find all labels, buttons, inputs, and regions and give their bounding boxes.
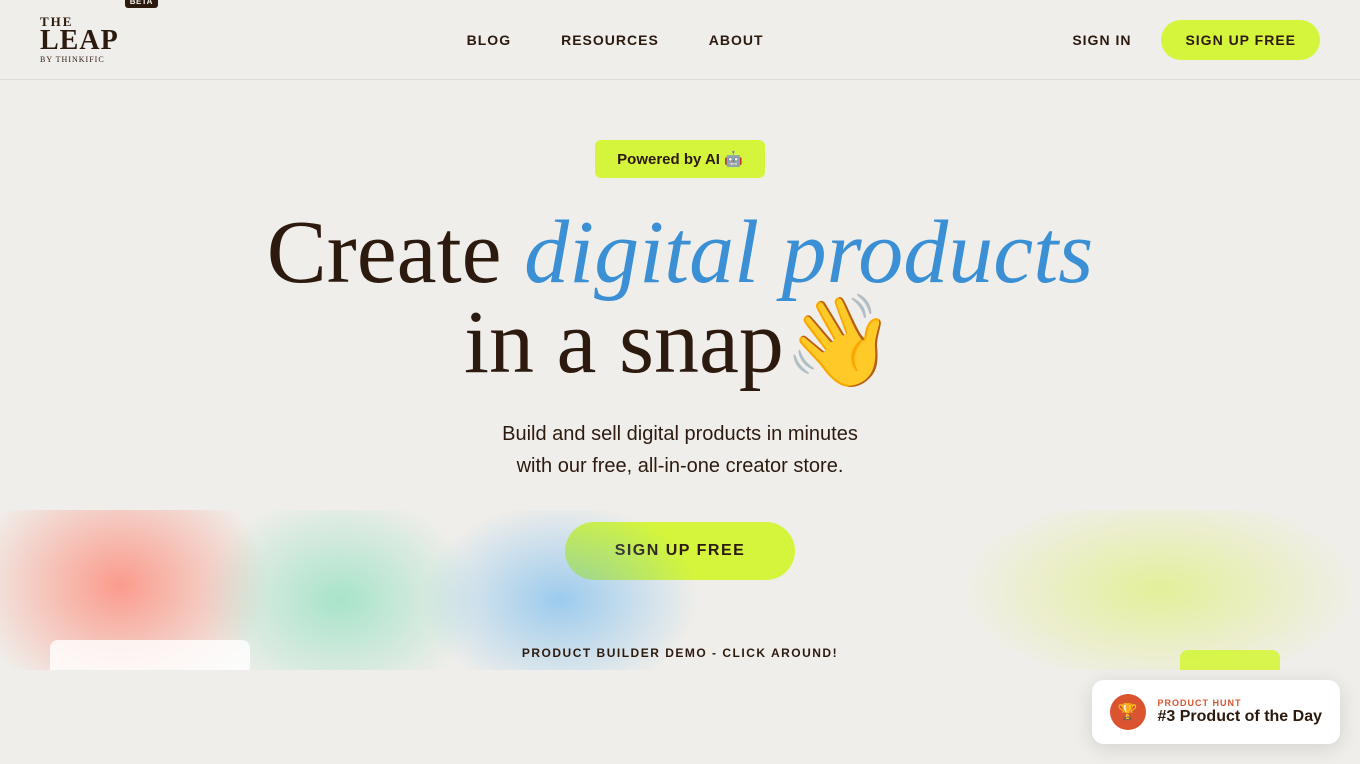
nav-right: SIGN IN SIGN UP FREE [1072, 20, 1320, 60]
logo-leap: LEAP [40, 28, 119, 53]
bottom-bar: PRODUCT BUILDER DEMO - CLICK AROUND! [0, 636, 1360, 670]
nav-about[interactable]: ABOUT [709, 32, 764, 48]
hero-subtitle: Build and sell digital products in minut… [502, 418, 858, 482]
hero-title: Create digital products in a snap👋 [267, 208, 1094, 388]
sign-in-link[interactable]: SIGN IN [1072, 32, 1131, 48]
nav-links: BLOG RESOURCES ABOUT [467, 32, 764, 48]
ph-title: #3 Product of the Day [1158, 708, 1322, 726]
demo-text: PRODUCT BUILDER DEMO - CLICK AROUND! [522, 646, 838, 660]
product-hunt-text: PRODUCT HUNT #3 Product of the Day [1158, 698, 1322, 726]
product-hunt-icon: 🏆 [1110, 694, 1146, 730]
hero-subtitle-line2: with our free, all-in-one creator store. [517, 455, 844, 477]
nav-blog[interactable]: BLOG [467, 32, 511, 48]
hero-title-highlight: digital products [524, 203, 1093, 302]
hero-title-emoji: 👋 [784, 293, 896, 392]
hero-subtitle-line1: Build and sell digital products in minut… [502, 423, 858, 445]
navbar: THE LEAP BETA BY THINKIFIC BLOG RESOURCE… [0, 0, 1360, 80]
nav-signup-button[interactable]: SIGN UP FREE [1161, 20, 1320, 60]
hero-title-part2: in a snap [464, 293, 784, 392]
logo[interactable]: THE LEAP BETA BY THINKIFIC [40, 15, 158, 64]
powered-badge: Powered by AI 🤖 [595, 140, 765, 178]
nav-resources[interactable]: RESOURCES [561, 32, 659, 48]
product-hunt-badge[interactable]: 🏆 PRODUCT HUNT #3 Product of the Day [1092, 680, 1340, 744]
beta-badge: BETA [125, 0, 158, 8]
hero-section: Powered by AI 🤖 Create digital products … [0, 80, 1360, 670]
hero-cta-button[interactable]: SIGN UP FREE [565, 522, 796, 580]
ph-label: PRODUCT HUNT [1158, 698, 1322, 708]
hero-title-part1: Create [267, 203, 524, 302]
logo-sub: BY THINKIFIC [40, 55, 158, 64]
